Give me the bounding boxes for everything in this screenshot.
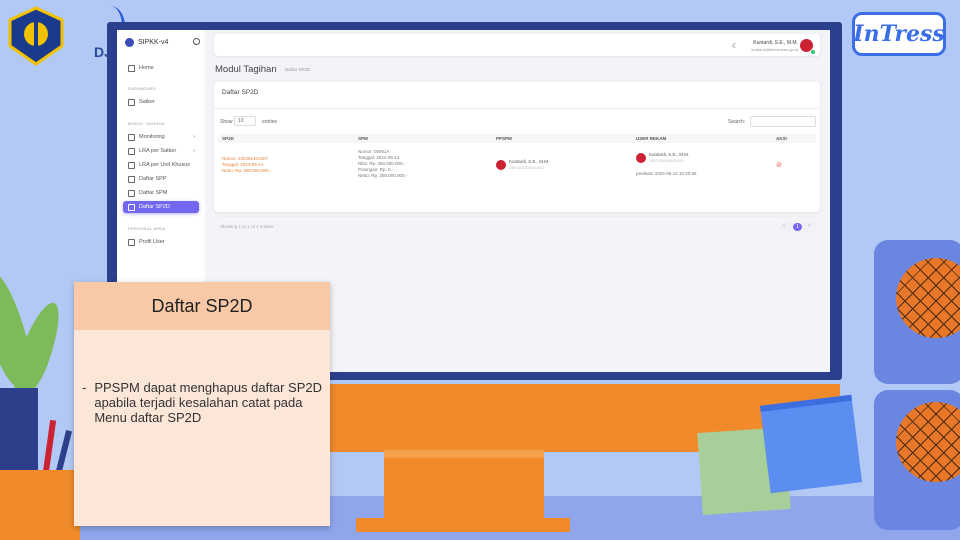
- column-header-aksi: AKSI: [776, 136, 787, 141]
- sp2d-netto: Netto: Rp. 250.000.000,-: [222, 168, 272, 173]
- showing-entries: Showing 1 to 1 of 1 entries: [220, 224, 274, 229]
- avatar: [496, 160, 506, 170]
- ppspm-cell: Kuntardi, S.E., M.M. 198702262006021002: [509, 159, 549, 171]
- sidebar-item-label: Daftar SPP: [139, 176, 167, 182]
- user-email: kuntardi@kemenkeu.go.id: [751, 47, 798, 52]
- pagination: ‹ 1 ›: [780, 222, 816, 232]
- sp2d-cell: Nomor: 230491401007 Tanggal: 2024-05-14 …: [222, 156, 271, 174]
- file-icon: [128, 147, 135, 155]
- file-icon: [128, 175, 135, 183]
- sidebar-section-header: PERSONAL AREA: [128, 226, 166, 231]
- brand-name: SIPKK-v4: [138, 39, 169, 46]
- file-icon: [128, 203, 135, 211]
- sidebar-section-header: DASHBOARD: [128, 86, 157, 91]
- card-title: Daftar SP2D: [222, 89, 259, 96]
- user-rekam-nip: 198702262006021002: [649, 159, 685, 163]
- collapse-sidebar-icon[interactable]: [193, 38, 200, 45]
- callout-text: PPSPM dapat menghapus daftar SP2D apabil…: [94, 380, 322, 425]
- sidebar-item-lra-unit-khusus[interactable]: LRA per Unit Khusus: [123, 159, 199, 171]
- menu-icon: [128, 133, 135, 141]
- sidebar-item-lra-satker[interactable]: LRA per Satker ›: [123, 145, 199, 157]
- sidebar-item-label: Profil User: [139, 239, 165, 245]
- topbar: ☾ Kuntardi, S.E., M.M. kuntardi@kemenkeu…: [214, 34, 820, 56]
- column-header-sp2d[interactable]: SP2D: [222, 136, 234, 141]
- chevron-right-icon: ›: [193, 134, 195, 140]
- next-page-icon[interactable]: ›: [808, 223, 810, 229]
- sidebar-item-monitoring[interactable]: Monitoring ›: [123, 131, 199, 143]
- entries-label: entries: [262, 119, 278, 125]
- sidebar-item-label: LRA per Unit Khusus: [139, 162, 191, 168]
- sticky-note: [759, 394, 863, 494]
- sidebar-item-daftar-sp2d[interactable]: Daftar SP2D: [123, 201, 199, 213]
- sidebar-item-daftar-spm[interactable]: Daftar SPM: [123, 187, 199, 199]
- intress-logo: InTress: [852, 12, 946, 56]
- table-header: [218, 134, 816, 143]
- divider: [218, 216, 816, 217]
- delete-icon[interactable]: ⊘: [776, 161, 782, 169]
- sidebar-item-daftar-spp[interactable]: Daftar SPP: [123, 173, 199, 185]
- page-title: Modul Tagihan: [215, 64, 277, 75]
- user-rekam-cell: Kuntardi, S.E., M.M. 198702262006021002: [649, 152, 689, 164]
- column-header-ppspm[interactable]: PPSPM: [496, 136, 512, 141]
- user-rekam-time: perekam 2024-05-14 10:20:55: [636, 171, 697, 176]
- divider: [214, 108, 820, 109]
- page-button-current[interactable]: 1: [793, 223, 802, 231]
- sidebar-section-header: MODUL TAGIHAN: [128, 121, 165, 126]
- user-name: Kuntardi, S.E., M.M.: [753, 40, 798, 46]
- avatar: [636, 153, 646, 163]
- sidebar-item-home[interactable]: Home: [123, 62, 199, 74]
- bullet: -: [82, 380, 87, 395]
- breadcrumb[interactable]: Daftar SP2D: [285, 67, 310, 72]
- show-label: Show: [220, 119, 233, 125]
- sidebar-item-label: Daftar SPM: [139, 190, 168, 196]
- user-icon: [128, 238, 135, 246]
- kemenkeu-logo: [8, 6, 64, 66]
- sidebar-item-profil-user[interactable]: Profil User: [123, 236, 199, 248]
- spm-cell: Nomor: 00001A Tanggal: 2024-05-13 Nilai:…: [358, 149, 407, 179]
- online-status-icon: [810, 49, 816, 55]
- dark-mode-toggle-icon[interactable]: ☾: [732, 42, 738, 50]
- search-label: Search:: [728, 119, 746, 125]
- column-header-spm[interactable]: SPM: [358, 136, 368, 141]
- file-icon: [128, 189, 135, 197]
- brand-logo-icon: [125, 38, 134, 47]
- sidebar-item-label: Satker: [139, 99, 155, 105]
- sidebar-item-label: Home: [139, 65, 154, 71]
- monitor-base: [356, 518, 570, 532]
- callout-body: - PPSPM dapat menghapus daftar SP2D apab…: [82, 380, 322, 425]
- search-input[interactable]: [750, 116, 816, 127]
- sp2d-card: Daftar SP2D Show 10 entries Search: SP2D…: [214, 82, 820, 232]
- spm-netto: Netto: Rp. 250.000.000,-: [358, 173, 408, 178]
- entries-select[interactable]: 10: [234, 116, 256, 126]
- brand[interactable]: SIPKK-v4: [125, 38, 168, 47]
- plant-pot: [0, 388, 38, 478]
- home-icon: [128, 64, 135, 72]
- monitor-icon: [128, 98, 135, 106]
- callout-card: Daftar SP2D - PPSPM dapat menghapus daft…: [74, 282, 330, 526]
- intress-logo-text: InTress: [853, 21, 945, 47]
- prev-page-icon[interactable]: ‹: [783, 223, 785, 229]
- callout-title: Daftar SP2D: [74, 282, 330, 330]
- pencil-cup: [0, 470, 80, 540]
- ppspm-nip: 198702262006021002: [509, 166, 545, 170]
- sidebar-item-label: Monitoring: [139, 134, 165, 140]
- callout-title-text: Daftar SP2D: [151, 295, 253, 316]
- sidebar-item-satker[interactable]: Satker: [123, 96, 199, 108]
- chevron-right-icon: ›: [193, 148, 195, 154]
- sidebar-item-label: Daftar SP2D: [139, 204, 170, 210]
- file-icon: [128, 161, 135, 169]
- column-header-user-rekam[interactable]: USER REKAM: [636, 136, 666, 141]
- sidebar-item-label: LRA per Satker: [139, 148, 177, 154]
